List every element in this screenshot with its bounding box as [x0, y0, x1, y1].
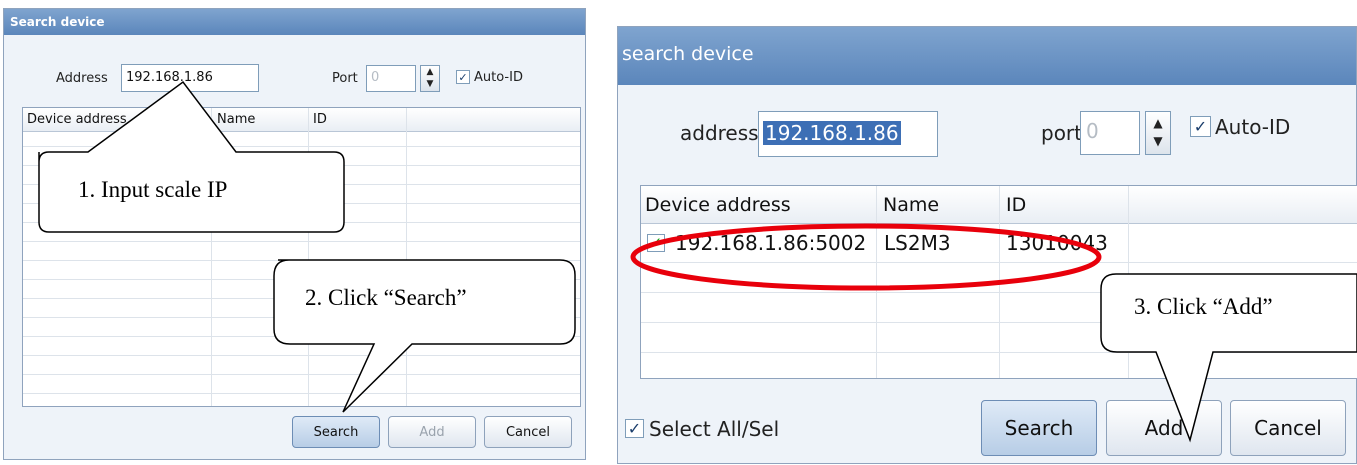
annotation-overlay	[38, 80, 1357, 443]
callout-step3-text: 3. Click “Add”	[1134, 294, 1273, 319]
callout-step1-text: 1. Input scale IP	[78, 177, 228, 202]
callout-step2-text: 2. Click “Search”	[305, 285, 467, 310]
callout-step2-bubble	[273, 259, 576, 413]
highlight-ellipse	[630, 223, 1102, 291]
callout-step1-bubble	[38, 80, 345, 233]
